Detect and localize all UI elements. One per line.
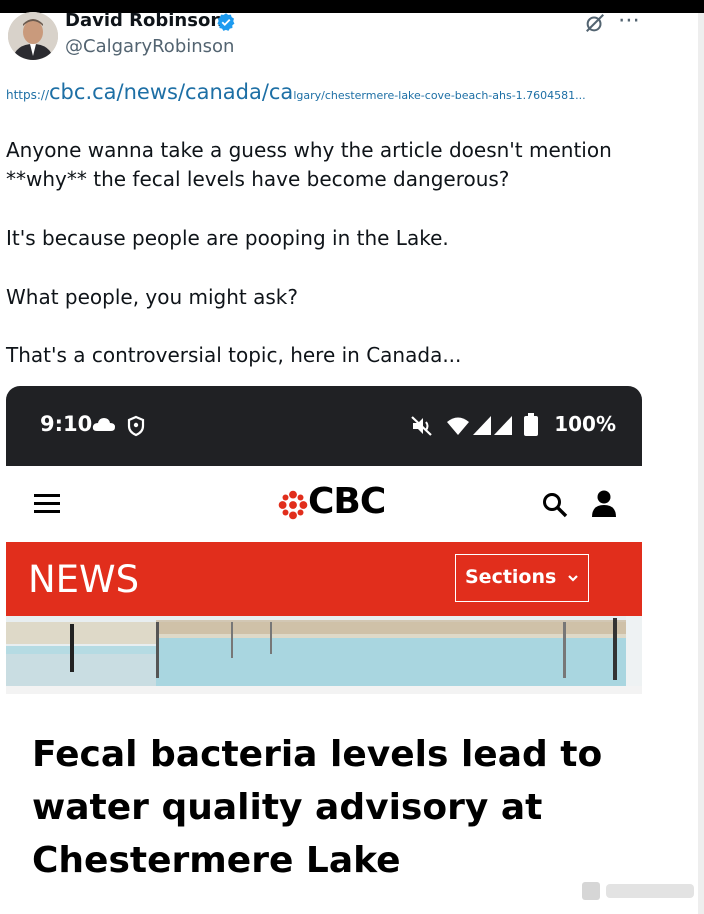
user-icon[interactable] (591, 489, 617, 519)
news-label[interactable]: NEWS (28, 558, 139, 601)
article-link[interactable]: https://cbc.ca/news/canada/calgary/chest… (6, 80, 586, 104)
battery-icon (524, 413, 538, 436)
headline-line: Chestermere Lake (32, 840, 401, 881)
link-prefix: https:// (6, 88, 50, 102)
more-icon[interactable]: ⋯ (618, 8, 641, 33)
cbc-logo-icon (278, 490, 308, 520)
verified-icon (217, 13, 235, 31)
right-edge-strip (698, 13, 704, 914)
search-icon[interactable] (542, 492, 568, 518)
wifi-icon (447, 417, 469, 435)
cloud-icon (92, 418, 115, 431)
sections-button[interactable]: Sections (455, 554, 589, 602)
headline-line: Fecal bacteria levels lead to (32, 734, 603, 775)
cbc-header: CBC (6, 466, 642, 542)
tweet-text-line: It's because people are pooping in the L… (6, 226, 449, 250)
tweet-text-line: That's a controversial topic, here in Ca… (6, 343, 462, 367)
phone-status-bar: 9:10 100% (6, 386, 642, 466)
headline-line: water quality advisory at (32, 787, 543, 828)
news-section-bar: NEWS Sections (6, 542, 642, 616)
tweet-text-line: **why** the fecal levels have become dan… (6, 167, 510, 191)
shield-icon (127, 415, 145, 437)
article-headline[interactable]: Fecal bacteria levels lead to water qual… (32, 728, 632, 887)
status-time: 9:10 (40, 412, 93, 436)
signal-icon (473, 416, 512, 435)
article-photo (6, 616, 642, 694)
sections-label: Sections (465, 566, 557, 588)
tweet-text-line: Anyone wanna take a guess why the articl… (6, 138, 612, 162)
mute-icon (411, 416, 432, 436)
hamburger-icon[interactable] (34, 494, 60, 514)
battery-percent: 100% (554, 412, 616, 436)
avatar[interactable] (8, 12, 58, 60)
cbc-brand[interactable]: CBC (308, 481, 386, 522)
author-handle[interactable]: @CalgaryRobinson (65, 36, 234, 57)
link-rest: lgary/chestermere-lake-cove-beach-ahs-1.… (293, 89, 586, 102)
chevron-down-icon (568, 575, 578, 582)
tweet-text-line: What people, you might ask? (6, 285, 299, 309)
grok-icon[interactable] (584, 12, 606, 34)
author-name[interactable]: David Robinson (65, 10, 223, 31)
link-domain: cbc.ca/news/canada/ca (49, 80, 294, 104)
watermark-graphic (582, 882, 694, 900)
